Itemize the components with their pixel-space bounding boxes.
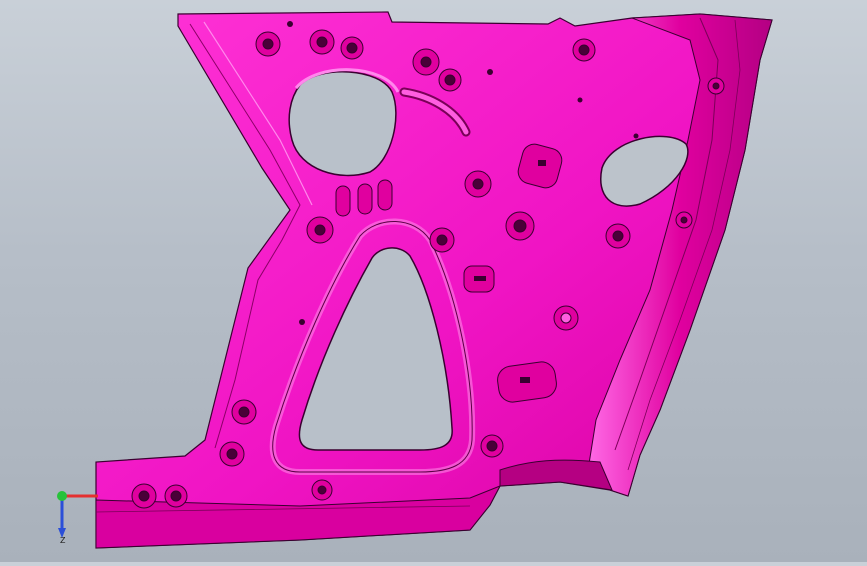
orientation-triad: Z [46,484,106,545]
graphics-viewport[interactable] [0,0,867,562]
upper-hole [288,71,397,177]
part-render[interactable] [0,0,867,562]
z-axis-label: Z [60,536,66,544]
y-axis-dot [57,491,67,501]
